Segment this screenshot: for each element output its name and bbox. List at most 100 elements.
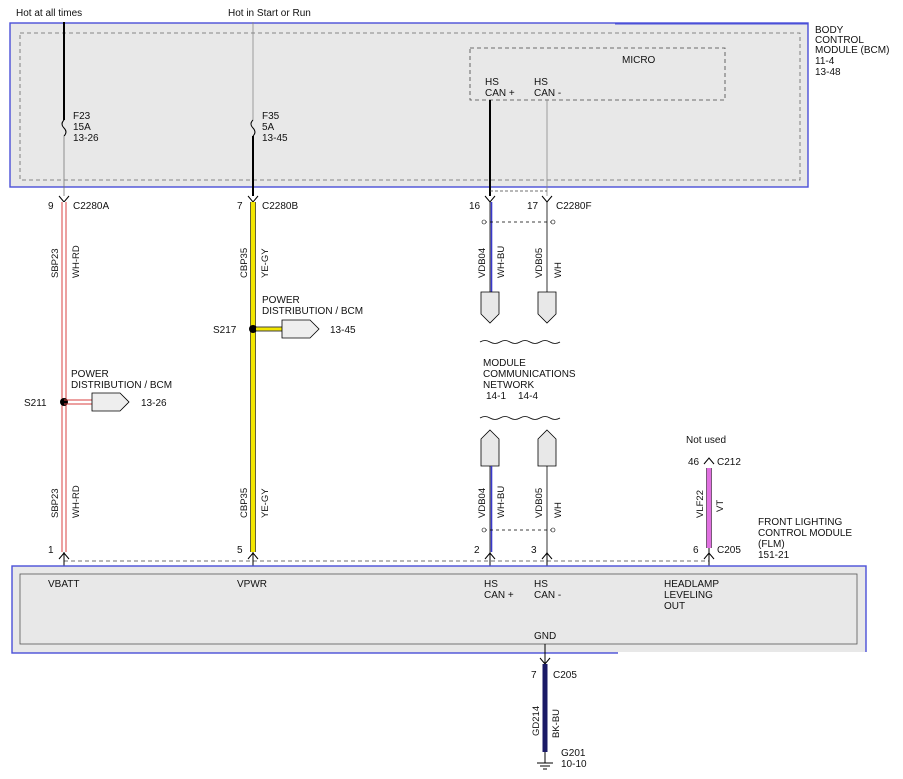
flm-vpwr: VPWR bbox=[237, 579, 267, 590]
connector-c2280b: 7 C2280B bbox=[237, 195, 298, 212]
flm-hs-1: HS bbox=[484, 579, 498, 590]
twisted-pair-bottom bbox=[481, 527, 556, 533]
network-break-top bbox=[479, 340, 561, 344]
flm-headlamp-3: OUT bbox=[664, 601, 685, 612]
fuse-f35-rating: 5A bbox=[262, 122, 275, 133]
ground-id: G201 bbox=[561, 748, 586, 759]
svg-text:POWER: POWER bbox=[262, 295, 300, 306]
wire-vdb04-upper bbox=[489, 202, 493, 292]
network-ref-1: 14-1 bbox=[486, 391, 506, 402]
not-used-label: Not used bbox=[686, 435, 726, 446]
fuse-f23-ref: 13-26 bbox=[73, 133, 99, 144]
fuse-f35-ref: 13-45 bbox=[262, 133, 288, 144]
flm-can-minus: CAN - bbox=[534, 590, 561, 601]
bcm-module-label-bg bbox=[615, 23, 808, 25]
flm-headlamp-2: LEVELING bbox=[664, 590, 713, 601]
wire-gd214-circuit: GD214 bbox=[531, 706, 542, 736]
svg-text:C2280B: C2280B bbox=[262, 201, 298, 212]
wire-vdb04-lower bbox=[489, 466, 493, 552]
bcm-hs-plus-2: CAN + bbox=[485, 88, 515, 99]
svg-text:7: 7 bbox=[531, 670, 537, 681]
wire-vdb05-circuit-bot: VDB05 bbox=[534, 488, 545, 518]
svg-text:C205: C205 bbox=[553, 670, 577, 681]
flm-ref: 151-21 bbox=[758, 550, 790, 561]
network-label-3: NETWORK bbox=[483, 380, 534, 391]
wire-cbp35 bbox=[250, 202, 256, 552]
svg-text:C2280A: C2280A bbox=[73, 201, 109, 212]
flm-can-plus: CAN + bbox=[484, 590, 514, 601]
wire-vdb05-color-top: WH bbox=[553, 262, 564, 278]
wire-sbp23-circuit-bot: SBP23 bbox=[50, 488, 61, 518]
flm-name-3: (FLM) bbox=[758, 539, 785, 550]
network-arrow-vdb05-down bbox=[537, 291, 557, 324]
splice-s211: S211 POWER DISTRIBUTION / BCM 13-26 bbox=[24, 369, 172, 412]
fuse-f23-id: F23 bbox=[73, 111, 91, 122]
svg-text:13-26: 13-26 bbox=[141, 398, 167, 409]
svg-text:POWER: POWER bbox=[71, 369, 109, 380]
wire-vlf22-color: VT bbox=[715, 500, 726, 512]
svg-text:DISTRIBUTION / BCM: DISTRIBUTION / BCM bbox=[71, 380, 172, 391]
ground-ref: 10-10 bbox=[561, 759, 587, 770]
flm-vbatt: VBATT bbox=[48, 579, 79, 590]
wire-vdb04-color-bot: WH-BU bbox=[496, 486, 507, 518]
bcm-ref-1: 11-4 bbox=[815, 56, 835, 67]
wire-gd214-color: BK-BU bbox=[551, 709, 562, 738]
flm-gnd: GND bbox=[534, 631, 556, 642]
wire-vdb04-circuit-top: VDB04 bbox=[477, 248, 488, 278]
connector-c2280f: 16 17 C2280F bbox=[469, 190, 592, 212]
svg-text:C205: C205 bbox=[717, 545, 741, 556]
network-break-bottom bbox=[479, 416, 561, 420]
svg-text:17: 17 bbox=[527, 201, 539, 212]
wire-vdb04-circuit-bot: VDB04 bbox=[477, 488, 488, 518]
splice-s217: S217 POWER DISTRIBUTION / BCM 13-45 bbox=[213, 295, 363, 339]
flm-name-1: FRONT LIGHTING bbox=[758, 517, 842, 528]
connector-c2280a: 9 C2280A bbox=[48, 195, 109, 212]
bcm-hs-minus-2: CAN - bbox=[534, 88, 561, 99]
svg-text:DISTRIBUTION / BCM: DISTRIBUTION / BCM bbox=[262, 306, 363, 317]
bcm-ref-2: 13-48 bbox=[815, 67, 841, 78]
wire-sbp23-color-bot: WH-RD bbox=[71, 485, 82, 518]
twisted-pair-top bbox=[481, 219, 556, 225]
network-label-2: COMMUNICATIONS bbox=[483, 369, 576, 380]
svg-text:1: 1 bbox=[48, 545, 54, 556]
wire-cbp35-color-bot: YE-GY bbox=[260, 488, 271, 518]
wire-sbp23-color-top: WH-RD bbox=[71, 245, 82, 278]
network-arrow-vdb05-up bbox=[537, 429, 557, 467]
flm-module-bottom-line-cover bbox=[618, 652, 867, 654]
wire-vdb05-color-bot: WH bbox=[553, 502, 564, 518]
svg-text:7: 7 bbox=[237, 201, 243, 212]
svg-text:9: 9 bbox=[48, 201, 54, 212]
flm-headlamp-1: HEADLAMP bbox=[664, 579, 719, 590]
svg-text:C2280F: C2280F bbox=[556, 201, 592, 212]
source-hot-always: Hot at all times bbox=[16, 8, 82, 19]
wire-vdb05-circuit-top: VDB05 bbox=[534, 248, 545, 278]
svg-text:6: 6 bbox=[693, 545, 699, 556]
network-label-1: MODULE bbox=[483, 358, 526, 369]
svg-text:13-45: 13-45 bbox=[330, 325, 356, 336]
flm-hs-2: HS bbox=[534, 579, 548, 590]
svg-text:S211: S211 bbox=[24, 398, 47, 409]
svg-text:S217: S217 bbox=[213, 325, 237, 336]
wire-cbp35-circuit-top: CBP35 bbox=[239, 248, 250, 278]
connector-c212: 46 C212 bbox=[688, 457, 741, 468]
svg-text:5: 5 bbox=[237, 545, 243, 556]
connector-c205-pins: 1 5 2 3 6 C205 bbox=[48, 545, 741, 560]
svg-text:C212: C212 bbox=[717, 457, 741, 468]
bcm-hs-minus-1: HS bbox=[534, 77, 548, 88]
flm-name-2: CONTROL MODULE bbox=[758, 528, 852, 539]
svg-text:2: 2 bbox=[474, 545, 480, 556]
wire-sbp23 bbox=[61, 202, 67, 552]
wire-cbp35-circuit-bot: CBP35 bbox=[239, 488, 250, 518]
fuse-f23-rating: 15A bbox=[73, 122, 91, 133]
bcm-name-3: MODULE (BCM) bbox=[815, 45, 889, 56]
micro-label: MICRO bbox=[622, 55, 656, 66]
wire-sbp23-circuit-top: SBP23 bbox=[50, 248, 61, 278]
svg-text:46: 46 bbox=[688, 457, 700, 468]
network-arrow-vdb04-up bbox=[480, 429, 500, 467]
flm-module-box bbox=[11, 565, 867, 654]
svg-text:3: 3 bbox=[531, 545, 537, 556]
wire-cbp35-color-top: YE-GY bbox=[260, 248, 271, 278]
network-ref-2: 14-4 bbox=[518, 391, 538, 402]
bcm-hs-plus-1: HS bbox=[485, 77, 499, 88]
connector-c205-ground: 7 C205 bbox=[531, 657, 577, 681]
